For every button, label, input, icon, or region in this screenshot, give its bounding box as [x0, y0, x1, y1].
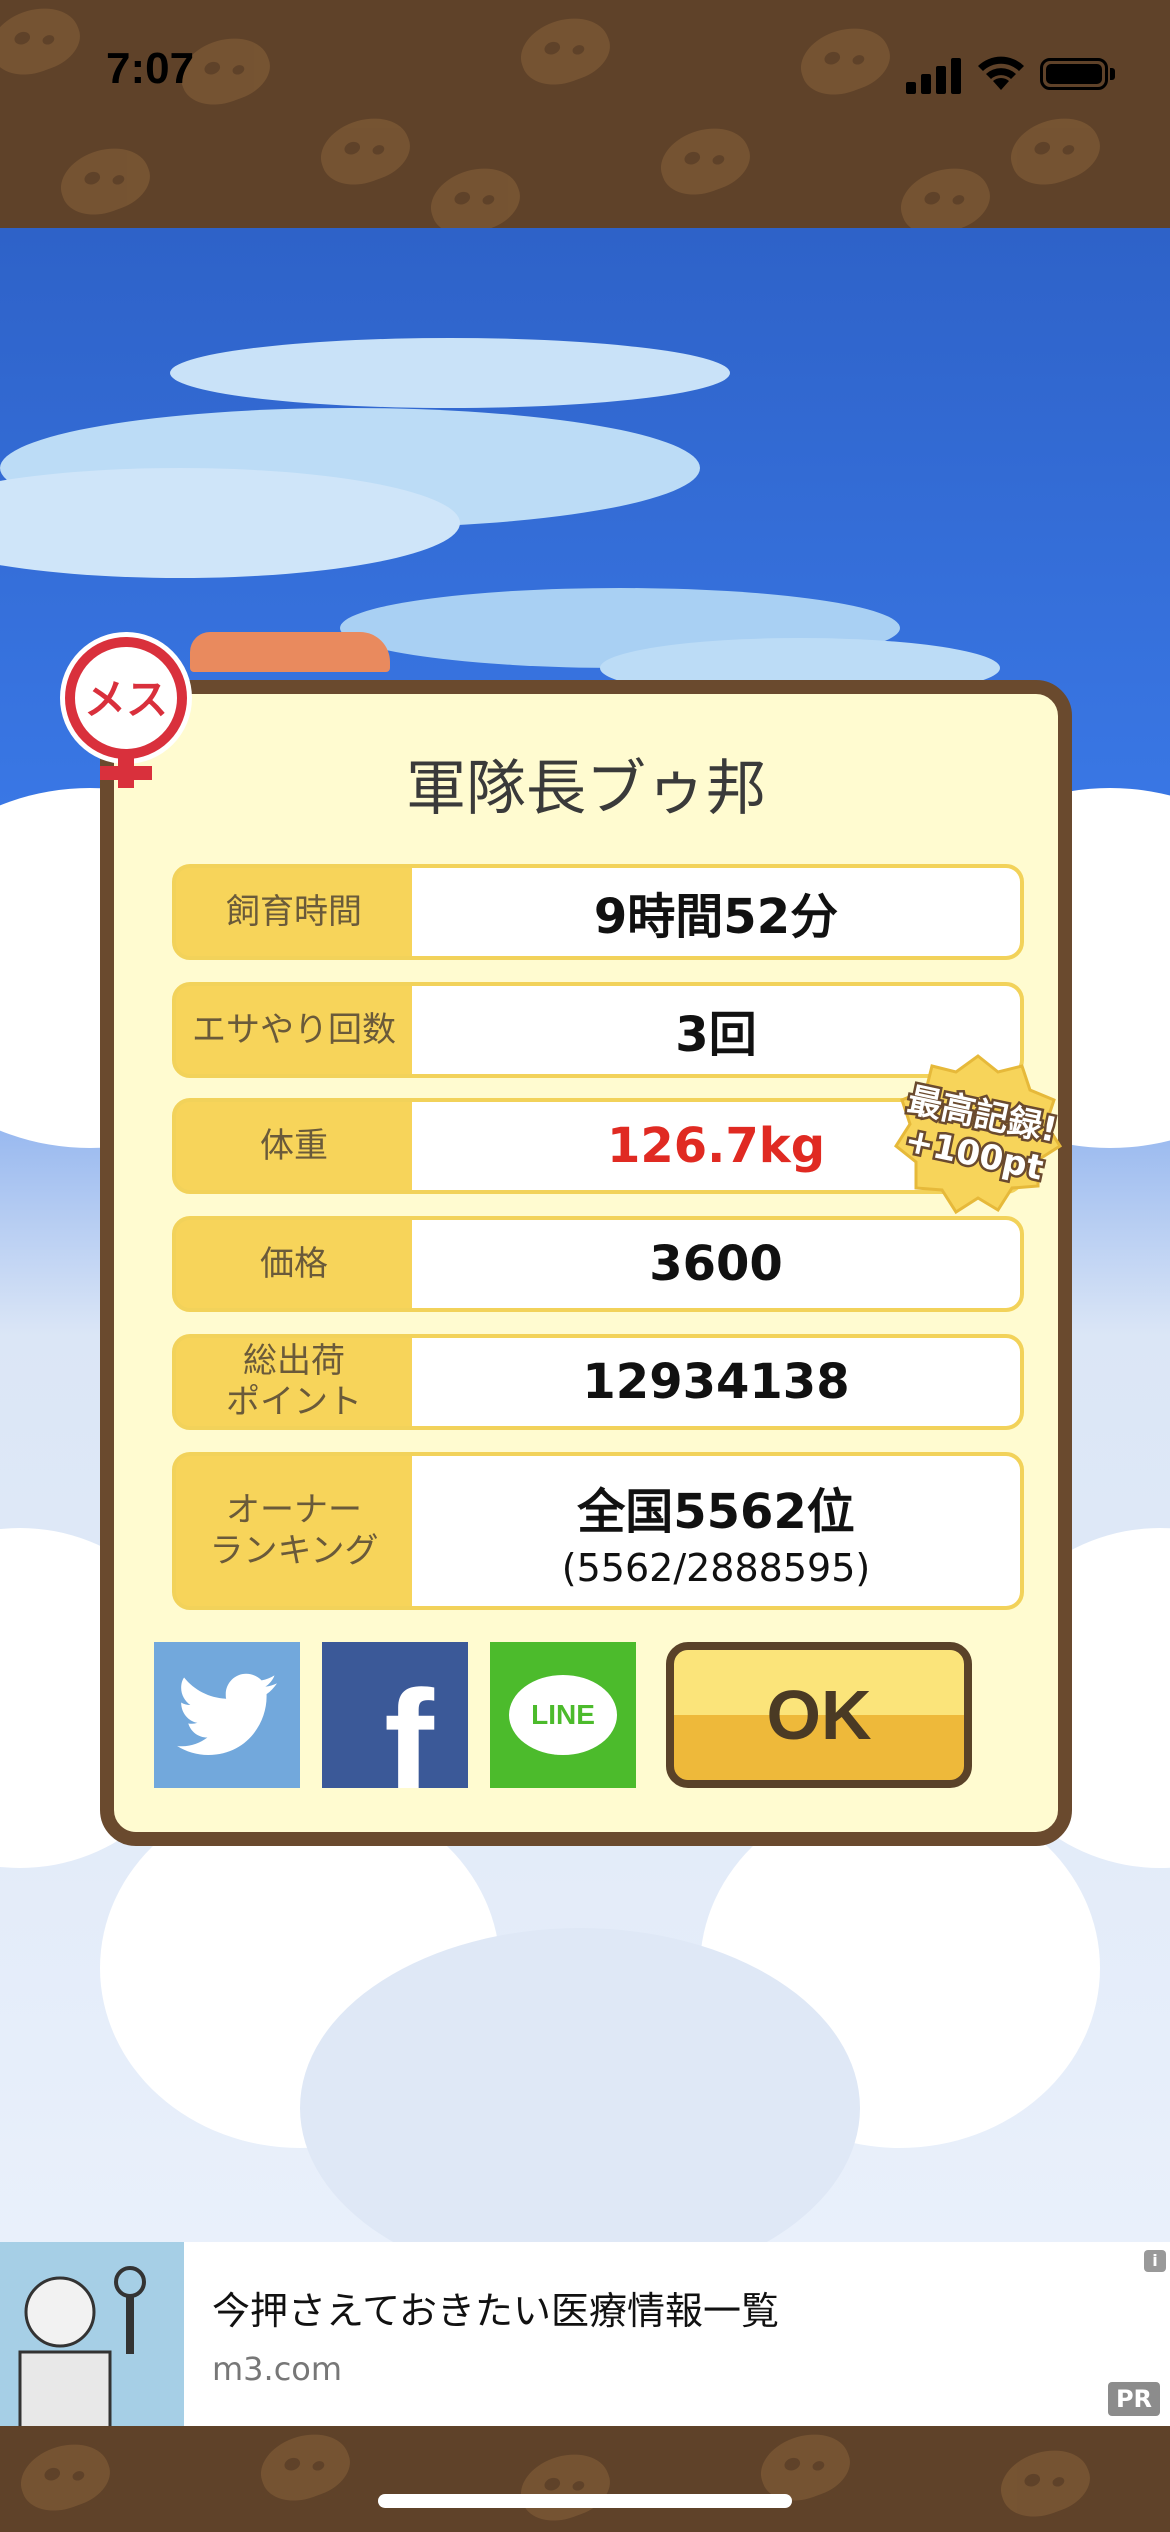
wifi-icon [978, 56, 1024, 90]
line-icon: LINE [509, 1675, 617, 1755]
twitter-icon [177, 1673, 277, 1755]
stat-label: 飼育時間 [226, 891, 362, 932]
ad-pr-badge: PR [1108, 2382, 1160, 2416]
twitter-share-button[interactable] [154, 1642, 300, 1788]
ranking-detail: (5562/2888595) [561, 1546, 871, 1590]
ranking-value: 全国5562位 [577, 1484, 855, 1540]
facebook-share-button[interactable]: f [322, 1642, 468, 1788]
ad-image[interactable] [0, 2242, 184, 2426]
status-bar: 7:07 [0, 0, 1170, 140]
female-gender-icon: メス [60, 632, 192, 788]
stat-label: エサやり回数 [192, 1009, 396, 1050]
status-time: 7:07 [106, 44, 195, 93]
line-share-button[interactable]: LINE [490, 1642, 636, 1788]
ad-url[interactable]: m3.com [212, 2350, 342, 2388]
stat-label: 体重 [260, 1125, 328, 1166]
stat-label: 価格 [260, 1243, 328, 1284]
result-dialog: 軍隊長ブゥ邦 飼育時間 9時間52分 エサやり回数 3回 体重 126.7kg … [100, 680, 1072, 1846]
cellular-signal-icon [906, 54, 962, 94]
stat-value: 12934138 [412, 1338, 1020, 1426]
ad-title[interactable]: 今押さえておきたい医療情報一覧 [212, 2280, 779, 2335]
stat-label: オーナー ランキング [209, 1490, 379, 1571]
ok-button[interactable]: OK [666, 1642, 972, 1788]
airplane-icon [190, 632, 390, 672]
stat-row-shipping-points: 総出荷 ポイント 12934138 [172, 1334, 1024, 1430]
stat-value: 全国5562位 (5562/2888595) [412, 1456, 1020, 1606]
stat-value: 9時間52分 [412, 868, 1020, 956]
record-badge-icon: 最高記録! +100pt [894, 1054, 1063, 1215]
ad-banner[interactable]: 今押さえておきたい医療情報一覧 m3.com i PR [0, 2242, 1170, 2426]
stat-row-owner-ranking: オーナー ランキング 全国5562位 (5562/2888595) [172, 1452, 1024, 1610]
pig-name-title: 軍隊長ブゥ邦 [406, 754, 766, 824]
battery-icon [1040, 58, 1108, 90]
ad-info-icon[interactable]: i [1144, 2250, 1166, 2272]
stat-row-raising-time: 飼育時間 9時間52分 [172, 864, 1024, 960]
gender-label: メス [84, 675, 168, 724]
facebook-icon: f [384, 1658, 434, 1789]
bottom-pattern-bar [0, 2426, 1170, 2532]
stat-label: 総出荷 ポイント [226, 1341, 362, 1422]
stat-row-price: 価格 3600 [172, 1216, 1024, 1312]
home-indicator[interactable] [378, 2494, 792, 2508]
stat-value: 3600 [412, 1220, 1020, 1308]
